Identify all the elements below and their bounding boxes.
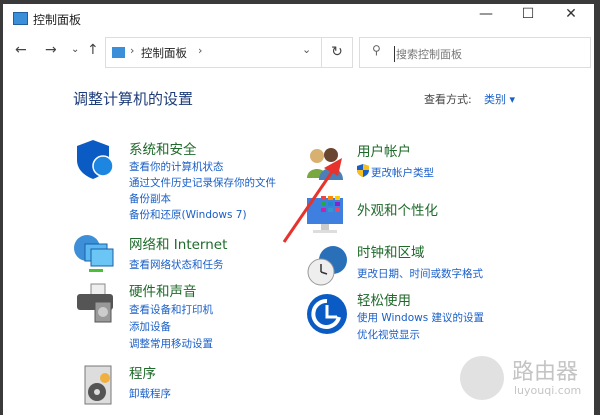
router-logo-icon [460, 356, 504, 400]
category-programs[interactable]: 程序 [129, 362, 156, 382]
back-button[interactable]: ← [15, 42, 27, 58]
breadcrumb-sep: › [198, 44, 203, 57]
link-backup-restore[interactable]: 备份和还原(Windows 7) [129, 207, 247, 222]
refresh-button[interactable]: ↻ [321, 37, 353, 68]
link-optimize-visual-display[interactable]: 优化视觉显示 [357, 327, 420, 342]
watermark-name: 路由器 [512, 360, 579, 385]
link-devices-printers[interactable]: 查看设备和打印机 [129, 302, 213, 317]
category-clock-region[interactable]: 时钟和区域 [357, 241, 425, 261]
category-system-security[interactable]: 系统和安全 [129, 138, 197, 158]
view-by-dropdown[interactable]: 类别 ▾ [484, 91, 515, 107]
network-icon [74, 235, 114, 272]
link-change-account-type[interactable]: 更改帐户类型 [371, 165, 434, 180]
link-recommended-settings[interactable]: 使用 Windows 建议的设置 [357, 310, 484, 325]
breadcrumb-sep: › [130, 44, 135, 57]
link-uninstall-program[interactable]: 卸载程序 [129, 386, 171, 401]
link-view-computer-status[interactable]: 查看你的计算机状态 [129, 159, 224, 174]
link-file-history[interactable]: 通过文件历史记录保存你的文件 [129, 175, 276, 190]
category-user-accounts[interactable]: 用户帐户 [357, 140, 411, 160]
maximize-button[interactable]: ☐ [513, 6, 543, 22]
printer-icon [77, 283, 113, 323]
category-network-internet[interactable]: 网络和 Internet [129, 233, 227, 253]
page-title: 调整计算机的设置 [73, 90, 194, 108]
control-panel-icon [112, 47, 125, 58]
search-input[interactable]: 搜索控制面板 [394, 46, 462, 62]
link-change-date-time-format[interactable]: 更改日期、时间或数字格式 [357, 266, 483, 281]
up-button[interactable]: ↑ [87, 42, 99, 58]
red-arrow-annotation [282, 158, 342, 243]
watermark-url: luyouqi.com [514, 384, 582, 397]
close-button[interactable]: ✕ [556, 6, 586, 22]
address-bar[interactable]: › 控制面板 › ⌄ [105, 37, 323, 68]
window-title: 控制面板 [33, 13, 82, 27]
control-panel-window: 控制面板 — ☐ ✕ ← → ⌄ ↑ › 控制面板 › ⌄ ↻ ⚲ 搜索控制面板… [3, 4, 594, 415]
shield-security-icon [77, 140, 114, 179]
forward-button[interactable]: → [45, 42, 57, 58]
breadcrumb-control-panel[interactable]: 控制面板 [141, 45, 187, 61]
programs-icon [84, 365, 112, 405]
link-add-device[interactable]: 添加设备 [129, 319, 171, 334]
category-hardware-sound[interactable]: 硬件和声音 [129, 280, 197, 300]
category-appearance-personalization[interactable]: 外观和个性化 [357, 199, 438, 219]
ease-of-access-icon [307, 294, 347, 334]
address-dropdown[interactable]: ⌄ [302, 43, 311, 56]
watermark: 路由器 luyouqi.com [460, 352, 582, 408]
recent-locations-button[interactable]: ⌄ [71, 44, 79, 55]
view-by-label: 查看方式: [424, 93, 472, 106]
minimize-button[interactable]: — [471, 6, 501, 22]
link-backup-copy[interactable]: 备份副本 [129, 191, 171, 206]
link-network-status[interactable]: 查看网络状态和任务 [129, 257, 224, 272]
control-panel-icon [13, 12, 28, 25]
link-mobility-settings[interactable]: 调整常用移动设置 [129, 336, 213, 351]
clock-region-icon [307, 246, 347, 286]
category-ease-of-access[interactable]: 轻松使用 [357, 289, 411, 309]
uac-shield-icon [357, 164, 369, 177]
search-box[interactable]: ⚲ 搜索控制面板 [359, 37, 591, 68]
search-icon: ⚲ [372, 43, 381, 57]
